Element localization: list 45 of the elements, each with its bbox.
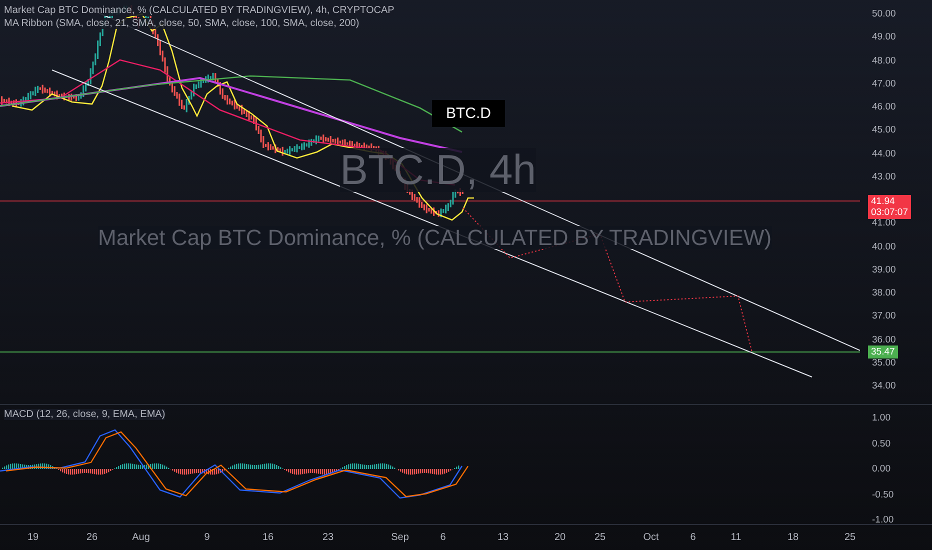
macd-tick: 1.00 [872, 412, 890, 424]
symbol-watermark: BTC.D, 4h [340, 148, 536, 192]
price-tick: 43.00 [872, 171, 896, 182]
price-tick: 39.00 [872, 264, 896, 276]
macd-legend: MACD (12, 26, close, 9, EMA, EMA) [4, 409, 166, 420]
price-tick: 34.00 [872, 380, 896, 392]
time-tick: Aug [132, 532, 150, 543]
time-tick: 6 [690, 532, 696, 543]
macd-tick: 0.00 [872, 464, 890, 474]
time-tick: 23 [322, 532, 334, 543]
indicator-legend: MA Ribbon (SMA, close, 21, SMA, close, 50, SMA, close, 100, SMA, close, 200) [4, 18, 360, 29]
price-tick: 47.00 [872, 78, 896, 90]
price-tick: 48.00 [872, 55, 896, 66]
time-tick: 13 [497, 532, 509, 543]
time-tick: 20 [554, 532, 566, 543]
price-tick: 38.00 [872, 288, 896, 298]
time-tick: 16 [262, 532, 274, 543]
time-tick: 6 [440, 532, 446, 543]
price-tick: 50.00 [872, 8, 896, 20]
time-tick: 25 [844, 532, 856, 543]
price-tick: 36.00 [872, 334, 896, 345]
chart-title: Market Cap BTC Dominance, % (CALCULATED BY TRADINGVIEW), 4h, CRYPTOCAP [4, 5, 394, 16]
price-tick: 40.00 [872, 241, 896, 252]
macd-tick: -0.50 [872, 489, 894, 500]
time-tick: 9 [204, 532, 210, 543]
time-tick: 18 [787, 532, 799, 543]
time-tick: 19 [27, 532, 39, 543]
time-tick: 25 [594, 532, 606, 543]
macd-tick: 0.50 [872, 438, 890, 449]
level-tag: 35.47 [868, 346, 898, 358]
macd-tick: -1.00 [872, 514, 894, 526]
price-tick: 45.00 [872, 124, 896, 136]
price-tick: 46.00 [872, 102, 896, 112]
price-tick: 41.00 [872, 218, 896, 229]
time-tick: Oct [643, 532, 659, 543]
price-tick: 37.00 [872, 310, 896, 322]
description-watermark: Market Cap BTC Dominance, % (CALCULATED BY TRADINGVIEW) [98, 226, 772, 250]
time-tick: Sep [391, 532, 409, 543]
price-tick: 35.00 [872, 357, 896, 368]
last-price-tag: 41.94 03:07:07 [868, 195, 911, 219]
price-tick: 44.00 [872, 148, 896, 159]
time-tick: 11 [730, 532, 742, 543]
price-tick: 49.00 [872, 32, 896, 43]
time-tick: 26 [86, 532, 98, 543]
symbol-label: BTC.D [432, 100, 505, 127]
